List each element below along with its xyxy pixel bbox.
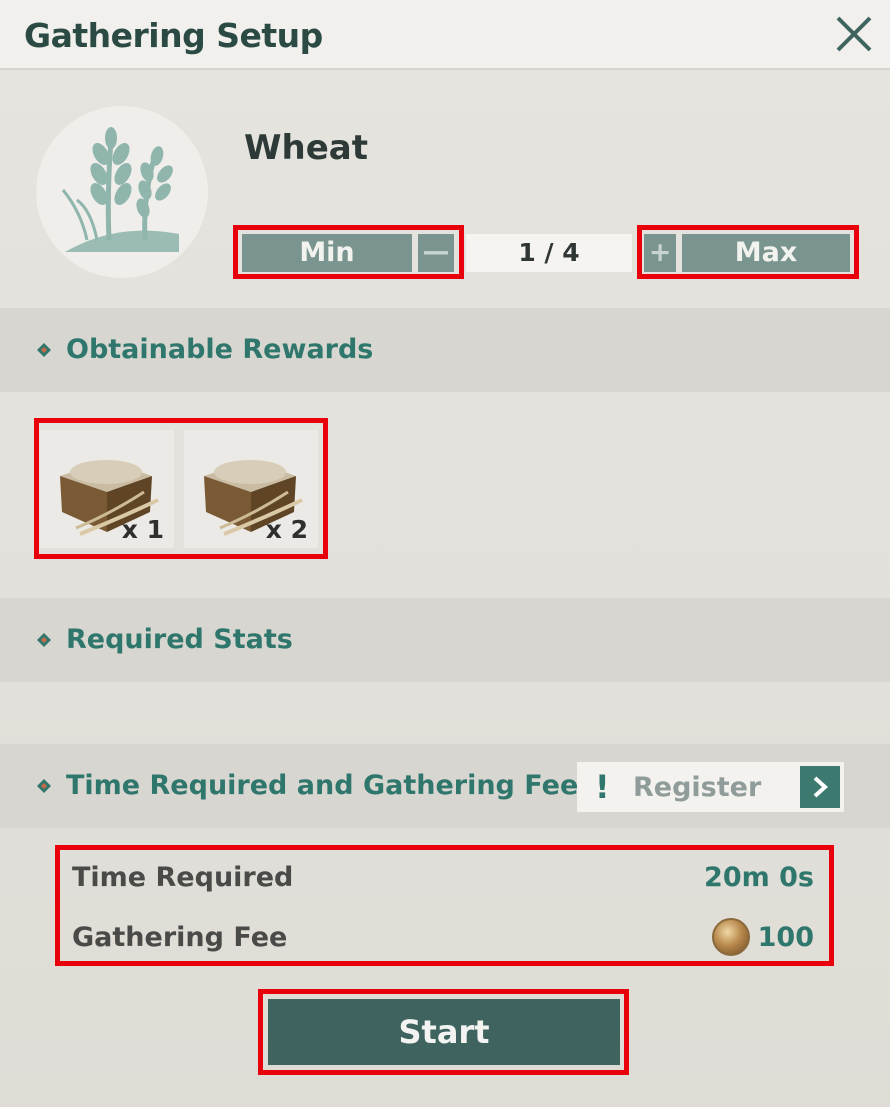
alert-icon: ! [595,768,610,806]
reward-count: x 2 [265,515,308,544]
time-required-value: 20m 0s [704,862,814,893]
register-label: Register [633,772,762,803]
register-button[interactable]: ! Register [577,762,844,812]
decrement-button[interactable]: — [418,234,454,272]
rewards-section-title: Obtainable Rewards [66,334,374,365]
header-bar: Gathering Setup [0,0,890,70]
diamond-bullet-icon [37,779,51,793]
wheat-icon [36,106,208,278]
reward-count: x 1 [121,515,164,544]
stats-section-header: Required Stats [0,598,890,682]
panel-title: Gathering Setup [24,16,323,55]
reward-slot-2[interactable]: x 2 [184,430,318,548]
start-button[interactable]: Start [268,999,620,1065]
diamond-bullet-icon [37,343,51,357]
gathering-setup-panel: Gathering Setup Wheat Min — 1 / 4 + Max … [0,0,890,1107]
stats-section-title: Required Stats [66,624,293,655]
diamond-bullet-icon [37,633,51,647]
time-required-label: Time Required [72,862,294,893]
item-name: Wheat [244,128,368,168]
time-fee-section-title: Time Required and Gathering Fee [66,770,579,801]
increment-button[interactable]: + [644,234,676,272]
gathering-fee-value: 100 [757,922,814,953]
chevron-right-icon [800,766,840,808]
max-button[interactable]: Max [682,234,850,272]
coin-icon [712,918,750,956]
gathering-fee-label: Gathering Fee [72,922,288,953]
rewards-section-header: Obtainable Rewards [0,308,890,392]
reward-slot-1[interactable]: x 1 [40,430,174,548]
quantity-display: 1 / 4 [466,234,632,272]
min-button[interactable]: Min [242,234,412,272]
close-icon[interactable] [834,14,874,54]
